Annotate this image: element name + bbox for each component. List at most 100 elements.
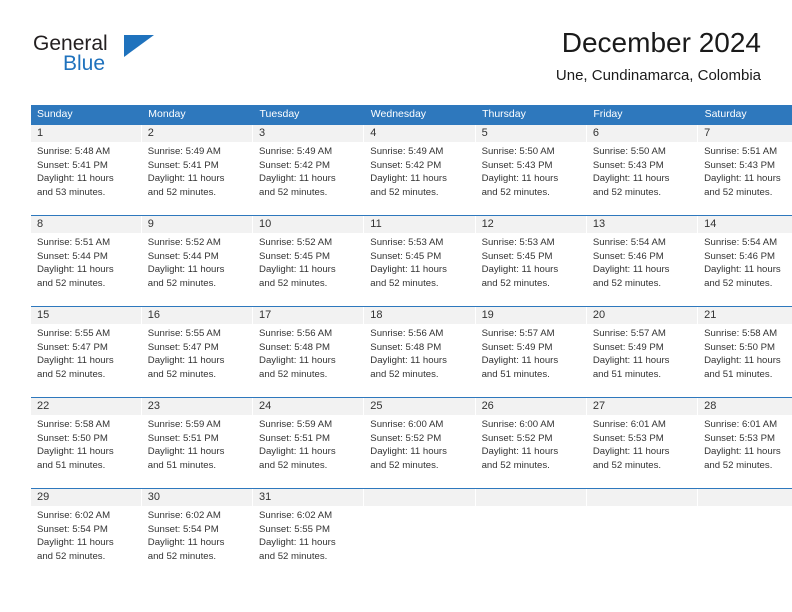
calendar-day-cell[interactable]: 21 Sunrise: 5:58 AM Sunset: 5:50 PM Dayligh…	[698, 306, 792, 398]
daylight-text-line2: and 52 minutes.	[259, 277, 328, 289]
daylight-text-line2: and 52 minutes.	[259, 550, 328, 562]
sunrise-text: Sunrise: 6:02 AM	[147, 510, 221, 521]
calendar-day-cell[interactable]: 11 Sunrise: 5:53 AM Sunset: 5:45 PM Dayligh…	[364, 215, 476, 307]
day-number: 8	[31, 216, 142, 233]
logo-triangle-icon	[124, 35, 154, 57]
calendar-day-cell[interactable]: 8 Sunrise: 5:51 AM Sunset: 5:44 PM Daylight…	[31, 215, 142, 307]
calendar-day-cell[interactable]: 22 Sunrise: 5:58 AM Sunset: 5:50 PM Dayligh…	[31, 397, 142, 489]
calendar-day-cell[interactable]: 18 Sunrise: 5:56 AM Sunset: 5:48 PM Dayligh…	[364, 306, 476, 398]
sunset-text: Sunset: 5:53 PM	[592, 432, 664, 444]
calendar-day-cell[interactable]: 15 Sunrise: 5:55 AM Sunset: 5:47 PM Dayligh…	[31, 306, 142, 398]
sunrise-text: Sunrise: 5:53 AM	[481, 237, 555, 248]
sunset-text: Sunset: 5:44 PM	[147, 250, 219, 262]
calendar-day-cell[interactable]: 30 Sunrise: 6:02 AM Sunset: 5:54 PM Dayligh…	[141, 488, 254, 580]
calendar-day-cell[interactable]: 26 Sunrise: 6:00 AM Sunset: 5:52 PM Dayligh…	[475, 397, 587, 489]
calendar-day-cell[interactable]: 28 Sunrise: 6:01 AM Sunset: 5:53 PM Dayligh…	[698, 397, 792, 489]
day-number: 4	[364, 125, 476, 142]
daylight-text-line2: and 52 minutes.	[147, 186, 217, 198]
day-sun-info	[587, 506, 698, 509]
daylight-text-line2: and 52 minutes.	[37, 277, 106, 289]
sunrise-text: Sunrise: 5:48 AM	[37, 146, 111, 157]
calendar-day-cell[interactable]: 6 Sunrise: 5:50 AM Sunset: 5:43 PM Daylight…	[586, 124, 699, 216]
calendar-day-cell[interactable]: 23 Sunrise: 5:59 AM Sunset: 5:51 PM Dayligh…	[141, 397, 254, 489]
day-number: 5	[475, 125, 587, 142]
day-sun-info: Sunrise: 5:59 AM Sunset: 5:51 PM Daylight:…	[142, 415, 253, 472]
calendar-week-row: 15 Sunrise: 5:55 AM Sunset: 5:47 PM Dayligh…	[31, 306, 792, 398]
logo-text-blue: Blue	[63, 52, 106, 75]
day-number: 6	[586, 125, 699, 142]
calendar-day-cell[interactable]: 20 Sunrise: 5:57 AM Sunset: 5:49 PM Dayligh…	[586, 306, 699, 398]
calendar-day-cell[interactable]: 7 Sunrise: 5:51 AM Sunset: 5:43 PM Daylight…	[698, 124, 792, 216]
day-number: 15	[31, 307, 142, 324]
calendar-day-cell[interactable]: 16 Sunrise: 5:55 AM Sunset: 5:47 PM Dayligh…	[141, 306, 254, 398]
daylight-text-line1: Daylight: 11 hours	[259, 446, 336, 458]
calendar-day-cell[interactable]: 13 Sunrise: 5:54 AM Sunset: 5:46 PM Dayligh…	[586, 215, 699, 307]
sunrise-text: Sunrise: 5:57 AM	[592, 328, 666, 339]
daylight-text-line2: and 52 minutes.	[370, 186, 439, 198]
daylight-text-line2: and 52 minutes.	[370, 459, 439, 471]
calendar-day-cell[interactable]: 4 Sunrise: 5:49 AM Sunset: 5:42 PM Daylight…	[364, 124, 476, 216]
day-sun-info: Sunrise: 5:50 AM Sunset: 5:43 PM Daylight:…	[476, 142, 587, 199]
sunset-text: Sunset: 5:45 PM	[370, 250, 442, 262]
day-sun-info: Sunrise: 5:53 AM Sunset: 5:45 PM Daylight:…	[364, 233, 475, 290]
day-number: 7	[698, 125, 792, 142]
calendar-day-cell-empty	[586, 488, 699, 580]
day-number: 9	[141, 216, 254, 233]
calendar-day-cell-empty	[364, 488, 476, 580]
day-number: 25	[364, 398, 476, 415]
sunset-text: Sunset: 5:43 PM	[704, 159, 776, 171]
month-calendar-table: Sunday Monday Tuesday Wednesday Thursday…	[31, 105, 792, 580]
calendar-day-cell[interactable]: 31 Sunrise: 6:02 AM Sunset: 5:55 PM Dayligh…	[253, 488, 365, 580]
calendar-day-cell[interactable]: 19 Sunrise: 5:57 AM Sunset: 5:49 PM Dayligh…	[475, 306, 587, 398]
daylight-text-line2: and 52 minutes.	[37, 368, 106, 380]
calendar-day-cell[interactable]: 9 Sunrise: 5:52 AM Sunset: 5:44 PM Daylight…	[141, 215, 254, 307]
day-sun-info	[364, 506, 475, 509]
calendar-day-cell[interactable]: 14 Sunrise: 5:54 AM Sunset: 5:46 PM Dayligh…	[698, 215, 792, 307]
calendar-week-row: 29 Sunrise: 6:02 AM Sunset: 5:54 PM Dayligh…	[31, 488, 792, 580]
day-sun-info: Sunrise: 5:52 AM Sunset: 5:45 PM Daylight:…	[253, 233, 364, 290]
daylight-text-line1: Daylight: 11 hours	[481, 264, 559, 276]
daylight-text-line1: Daylight: 11 hours	[704, 355, 781, 367]
general-blue-logo[interactable]: General Blue	[31, 32, 231, 88]
calendar-day-cell[interactable]: 12 Sunrise: 5:53 AM Sunset: 5:45 PM Dayligh…	[475, 215, 587, 307]
sunset-text: Sunset: 5:41 PM	[147, 159, 219, 171]
day-number: 14	[698, 216, 792, 233]
calendar-day-cell[interactable]: 27 Sunrise: 6:01 AM Sunset: 5:53 PM Dayligh…	[586, 397, 699, 489]
sunset-text: Sunset: 5:55 PM	[259, 523, 330, 535]
daylight-text-line1: Daylight: 11 hours	[592, 264, 670, 276]
daylight-text-line2: and 52 minutes.	[370, 277, 439, 289]
daylight-text-line2: and 52 minutes.	[704, 459, 773, 471]
daylight-text-line2: and 52 minutes.	[259, 186, 328, 198]
sunset-text: Sunset: 5:49 PM	[592, 341, 664, 353]
page-title: December 2024	[561, 27, 761, 58]
daylight-text-line1: Daylight: 11 hours	[481, 355, 559, 367]
sunrise-text: Sunrise: 5:54 AM	[592, 237, 666, 248]
calendar-day-cell[interactable]: 10 Sunrise: 5:52 AM Sunset: 5:45 PM Dayligh…	[253, 215, 365, 307]
daylight-text-line2: and 51 minutes.	[147, 459, 217, 471]
calendar-day-cell[interactable]: 25 Sunrise: 6:00 AM Sunset: 5:52 PM Dayligh…	[364, 397, 476, 489]
daylight-text-line2: and 51 minutes.	[37, 459, 106, 471]
weekday-header-sunday: Sunday	[31, 105, 143, 125]
day-sun-info: Sunrise: 5:55 AM Sunset: 5:47 PM Daylight:…	[142, 324, 253, 381]
day-number	[698, 489, 792, 506]
sunrise-text: Sunrise: 6:02 AM	[37, 510, 111, 521]
daylight-text-line2: and 52 minutes.	[481, 186, 550, 198]
calendar-day-cell[interactable]: 1 Sunrise: 5:48 AM Sunset: 5:41 PM Daylight…	[31, 124, 142, 216]
sunrise-text: Sunrise: 6:00 AM	[481, 419, 555, 430]
sunset-text: Sunset: 5:45 PM	[259, 250, 330, 262]
daylight-text-line1: Daylight: 11 hours	[370, 446, 447, 458]
day-number	[586, 489, 699, 506]
sunset-text: Sunset: 5:49 PM	[481, 341, 553, 353]
sunset-text: Sunset: 5:48 PM	[370, 341, 442, 353]
calendar-day-cell[interactable]: 5 Sunrise: 5:50 AM Sunset: 5:43 PM Daylight…	[475, 124, 587, 216]
sunset-text: Sunset: 5:47 PM	[37, 341, 108, 353]
daylight-text-line1: Daylight: 11 hours	[259, 537, 336, 549]
day-number: 17	[253, 307, 365, 324]
daylight-text-line1: Daylight: 11 hours	[592, 355, 670, 367]
calendar-day-cell[interactable]: 3 Sunrise: 5:49 AM Sunset: 5:42 PM Daylight…	[253, 124, 365, 216]
calendar-day-cell[interactable]: 17 Sunrise: 5:56 AM Sunset: 5:48 PM Dayligh…	[253, 306, 365, 398]
calendar-day-cell[interactable]: 29 Sunrise: 6:02 AM Sunset: 5:54 PM Dayligh…	[31, 488, 142, 580]
calendar-day-cell[interactable]: 2 Sunrise: 5:49 AM Sunset: 5:41 PM Daylight…	[141, 124, 254, 216]
calendar-day-cell[interactable]: 24 Sunrise: 5:59 AM Sunset: 5:51 PM Dayligh…	[253, 397, 365, 489]
daylight-text-line2: and 52 minutes.	[592, 277, 662, 289]
